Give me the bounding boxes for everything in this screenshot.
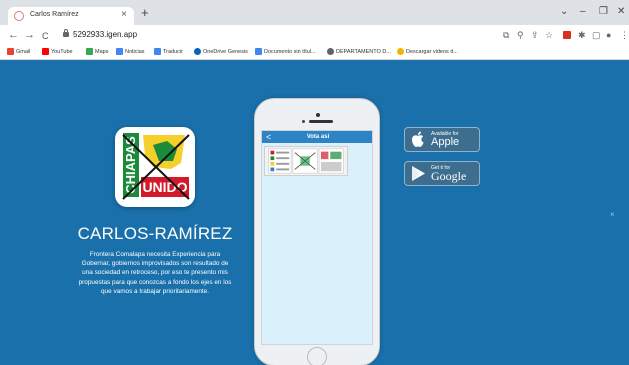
globe-icon xyxy=(327,48,334,55)
lock-icon[interactable] xyxy=(63,29,69,37)
star-icon[interactable]: ☆ xyxy=(545,30,553,40)
youtube-icon xyxy=(42,48,49,55)
candidate-logo: CHIAPAS UNIDO xyxy=(115,127,195,207)
new-tab-button[interactable]: + xyxy=(141,6,149,19)
tab-search-icon[interactable]: ⌄ xyxy=(560,6,568,18)
favicon-icon xyxy=(14,11,24,21)
extension-icon[interactable] xyxy=(563,31,571,39)
reload-button[interactable]: C xyxy=(42,30,49,42)
back-button[interactable]: ← xyxy=(8,29,19,41)
app-header: < Vota así xyxy=(262,131,372,143)
bookmark-maps[interactable]: Maps xyxy=(86,48,108,55)
bookmark-label: Descargar videos d... xyxy=(406,48,458,55)
candidate-name: CARLOS-RAMÍREZ xyxy=(77,224,233,243)
ballot-image[interactable] xyxy=(264,146,348,176)
gmail-icon xyxy=(7,48,14,55)
app-title: Vota así xyxy=(306,134,330,140)
google-badge-title: Google xyxy=(431,169,467,183)
lens-icon[interactable]: ⧉ xyxy=(503,30,509,40)
share-icon[interactable]: ⇪ xyxy=(531,30,539,40)
page-content: CHIAPAS UNIDO CARLOS-RAMÍREZ Frontera Co… xyxy=(0,60,629,365)
minimize-button[interactable]: – xyxy=(580,6,586,18)
bookmarks-bar: Gmail YouTube Maps Noticias Traducir One… xyxy=(0,46,629,60)
tab-title: Carlos Ramírez xyxy=(30,11,79,18)
maximize-button[interactable]: ❐ xyxy=(599,6,608,18)
browser-tab[interactable]: Carlos Ramírez × xyxy=(8,7,134,25)
bookmark-youtube[interactable]: YouTube xyxy=(42,48,73,55)
sensor-icon xyxy=(302,120,305,123)
apple-store-button[interactable]: Available for Apple xyxy=(404,127,480,152)
address-bar[interactable]: 5292933.igen.app xyxy=(73,30,137,39)
browser-toolbar: ← → C 5292933.igen.app ⧉ ⚲ ⇪ ☆ ✱ ▢ ● ⋮ xyxy=(0,25,629,46)
app-body xyxy=(262,143,372,344)
logo-vertical-text: CHIAPAS xyxy=(123,136,138,194)
apple-badge-title: Apple xyxy=(431,136,460,148)
translate-icon xyxy=(154,48,161,55)
bookmark-label: Noticias xyxy=(125,48,145,55)
bookmark-label: Gmail xyxy=(16,48,31,55)
profile-icon[interactable]: ● xyxy=(606,30,611,40)
forward-button[interactable]: → xyxy=(24,29,35,41)
bookmark-departamento[interactable]: DEPARTAMENTO D... xyxy=(327,48,391,55)
bookmark-onedrive[interactable]: OneDrive Genesis xyxy=(194,48,248,55)
chiapas-unido-logo: CHIAPAS UNIDO xyxy=(119,131,191,203)
phone-screen: < Vota así xyxy=(261,130,373,345)
close-window-button[interactable]: ✕ xyxy=(617,6,625,18)
google-play-icon xyxy=(412,166,425,181)
bookmark-documento[interactable]: Documento sin títul... xyxy=(255,48,316,55)
bookmark-label: Maps xyxy=(95,48,109,55)
download-icon xyxy=(397,48,404,55)
phone-mockup: < Vota así xyxy=(254,98,380,365)
candidate-bio: Frontera Comalapa necesita Experiencia p… xyxy=(78,251,232,295)
bookmark-noticias[interactable]: Noticias xyxy=(116,48,145,55)
bookmark-gmail[interactable]: Gmail xyxy=(7,48,30,55)
logo-badge-text: UNIDO xyxy=(142,179,187,195)
zoom-icon[interactable]: ⚲ xyxy=(517,30,524,40)
bookmark-label: OneDrive Genesis xyxy=(203,48,248,55)
apple-icon xyxy=(412,131,424,147)
onedrive-icon xyxy=(194,48,201,55)
google-store-button[interactable]: Get it for Google xyxy=(404,161,480,186)
speaker-icon xyxy=(309,120,333,123)
bookmark-label: Documento sin títul... xyxy=(264,48,316,55)
menu-icon[interactable]: ⋮ xyxy=(620,30,629,40)
tab-strip: Carlos Ramírez × + ⌄ – ❐ ✕ xyxy=(0,0,629,25)
bookmark-traducir[interactable]: Traducir xyxy=(154,48,183,55)
news-icon xyxy=(116,48,123,55)
maps-icon xyxy=(86,48,93,55)
tab-close-icon[interactable]: × xyxy=(121,9,127,20)
camera-icon xyxy=(316,113,320,117)
phone-home-button xyxy=(307,347,327,365)
bookmark-label: DEPARTAMENTO D... xyxy=(336,48,391,55)
bookmark-label: Traducir xyxy=(163,48,183,55)
bookmark-label: YouTube xyxy=(51,48,73,55)
bookmark-descargar[interactable]: Descargar videos d... xyxy=(397,48,458,55)
puzzle-icon[interactable]: ✱ xyxy=(578,30,586,40)
docs-icon xyxy=(255,48,262,55)
sidebar-icon[interactable]: ▢ xyxy=(592,30,601,40)
close-overlay-icon[interactable]: × xyxy=(610,210,615,219)
